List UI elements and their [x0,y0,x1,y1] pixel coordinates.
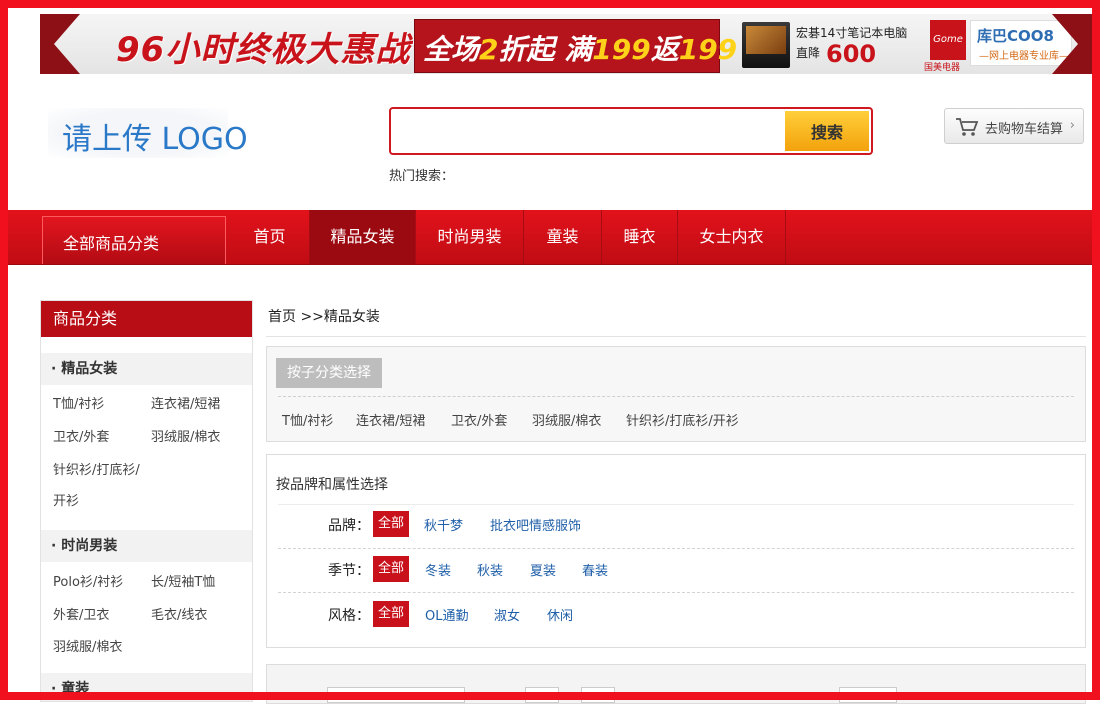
filter-style-all[interactable]: 全部 [373,601,409,627]
promo-offer-text: 全场2折起 满199返199 [423,28,737,68]
promo-title: 96小时终极大惠战 [116,30,411,70]
promo-offer-pre: 全场 [423,33,480,66]
gome-logo: Gome [930,20,966,60]
filter-season-option[interactable]: 春装 [582,560,608,579]
sidebar-category-title[interactable]: · 精品女装 [41,353,252,385]
promo-offer-amount-1: 199 [592,33,651,66]
category-sidebar: 商品分类 · 精品女装 T恤/衬衫 连衣裙/短裙 卫衣/外套 羽绒服/棉衣 针织… [40,300,253,702]
subcategory-link[interactable]: 连衣裙/短裙 [356,410,425,429]
filter-season-all[interactable]: 全部 [373,556,409,582]
subcategory-link[interactable]: 针织衫/打底衫/开衫 [626,410,739,429]
sidebar-link[interactable]: 外套/卫衣 [53,604,109,623]
subcategory-link[interactable]: 卫衣/外套 [451,410,507,429]
laptop-image [742,22,790,68]
filter-season-option[interactable]: 夏装 [530,560,556,579]
toolbar-control[interactable] [327,687,465,703]
gome-sub: 国美电器 [924,63,961,73]
nav-mens[interactable]: 时尚男装 [416,210,524,264]
attribute-filter-title: 按品牌和属性选择 [276,477,388,493]
filter-brand-option[interactable]: 批衣吧情感服饰 [490,515,581,534]
subcategory-link[interactable]: T恤/衬衫 [282,410,333,429]
sidebar-link[interactable]: 毛衣/线衣 [151,604,207,623]
logo-text: 请上传 LOGO [62,122,248,157]
sidebar-link[interactable]: 长/短袖T恤 [151,571,215,590]
sidebar-link[interactable]: 连衣裙/短裙 [151,393,220,412]
promo-offer-amount-2: 199 [678,33,738,66]
nav-sleepwear[interactable]: 睡衣 [602,210,678,264]
divider [278,592,1074,593]
coo8-sub: —网上电器专业库— [979,51,1069,62]
sidebar-category-title[interactable]: · 童装 [41,673,252,701]
main-nav: 全部商品分类 首页 精品女装 时尚男装 童装 睡衣 女士内衣 [0,210,1100,265]
laptop-price-label: 直降 [796,46,821,60]
toolbar-control[interactable] [525,687,559,703]
shopping-cart-icon [956,118,979,136]
sort-toolbar [266,664,1086,704]
sidebar-category-title[interactable]: · 时尚男装 [41,530,252,562]
category-title-text: 时尚男装 [61,538,118,554]
sidebar-link[interactable]: 针织衫/打底衫/ [53,459,140,478]
search-button[interactable]: 搜索 [785,111,869,151]
promo-offer-num: 2 [479,33,499,66]
sidebar-link[interactable]: T恤/衬衫 [53,393,104,412]
nav-lingerie[interactable]: 女士内衣 [678,210,786,264]
sidebar-title: 商品分类 [41,301,252,337]
category-title-text: 童装 [61,681,90,697]
subcategory-tag: 按子分类选择 [276,358,382,388]
search-input[interactable] [395,113,783,151]
laptop-name: 宏碁14寸笔记本电脑 [796,26,908,40]
nav-home[interactable]: 首页 [230,210,310,264]
divider [278,548,1074,549]
coo8-name: 库巴COO8 [977,27,1054,45]
cart-checkout-button[interactable]: 去购物车结算 › [944,108,1084,144]
sidebar-link[interactable]: 开衫 [53,490,79,509]
laptop-price: 600 [826,40,877,68]
sidebar-link[interactable]: Polo衫/衬衫 [53,571,123,590]
promo-banner[interactable]: 96小时终极大惠战 全场2折起 满199返199 宏碁14寸笔记本电脑 直降 6… [40,14,1092,74]
nav-womens[interactable]: 精品女装 [310,210,416,264]
filter-label-style: 风格： [328,608,370,624]
subcategory-link[interactable]: 羽绒服/棉衣 [532,410,601,429]
cart-label: 去购物车结算 [985,122,1064,137]
nav-kids[interactable]: 童装 [524,210,602,264]
sidebar-link[interactable]: 羽绒服/棉衣 [151,426,220,445]
promo-offer-box: 全场2折起 满199返199 [414,19,737,73]
all-categories-button[interactable]: 全部商品分类 [42,216,226,264]
category-title-text: 精品女装 [61,361,118,377]
hot-search-label: 热门搜索： [389,169,455,184]
site-logo[interactable]: 请上传 LOGO [48,108,248,158]
filter-label-brand: 品牌： [328,518,370,534]
chevron-right-icon: › [1069,118,1075,133]
all-categories-label: 全部商品分类 [63,234,160,253]
coo8-logo: 库巴COO8 —网上电器专业库— [970,20,1072,66]
filter-style-option[interactable]: 淑女 [494,605,520,624]
promo-offer-mid2: 返 [650,33,679,66]
sidebar-link[interactable]: 卫衣/外套 [53,426,109,445]
filter-brand-option[interactable]: 秋千梦 [424,515,463,534]
breadcrumb[interactable]: 首页 >>精品女装 [268,306,380,326]
search-box: 搜索 [389,107,873,155]
filter-season-option[interactable]: 冬装 [425,560,451,579]
filter-brand-all[interactable]: 全部 [373,511,409,537]
filter-label-season: 季节： [328,563,370,579]
filter-style-option[interactable]: 休闲 [547,605,573,624]
filter-season-option[interactable]: 秋装 [477,560,503,579]
promo-offer-mid: 折起 满 [498,33,593,66]
divider [278,396,1074,397]
sidebar-link[interactable]: 羽绒服/棉衣 [53,636,122,655]
banner-left-arrow[interactable] [40,14,80,74]
breadcrumb-divider [266,336,1086,337]
toolbar-control[interactable] [581,687,615,703]
toolbar-control[interactable] [839,687,897,703]
filter-style-option[interactable]: OL通勤 [425,605,468,624]
divider [278,504,1074,505]
